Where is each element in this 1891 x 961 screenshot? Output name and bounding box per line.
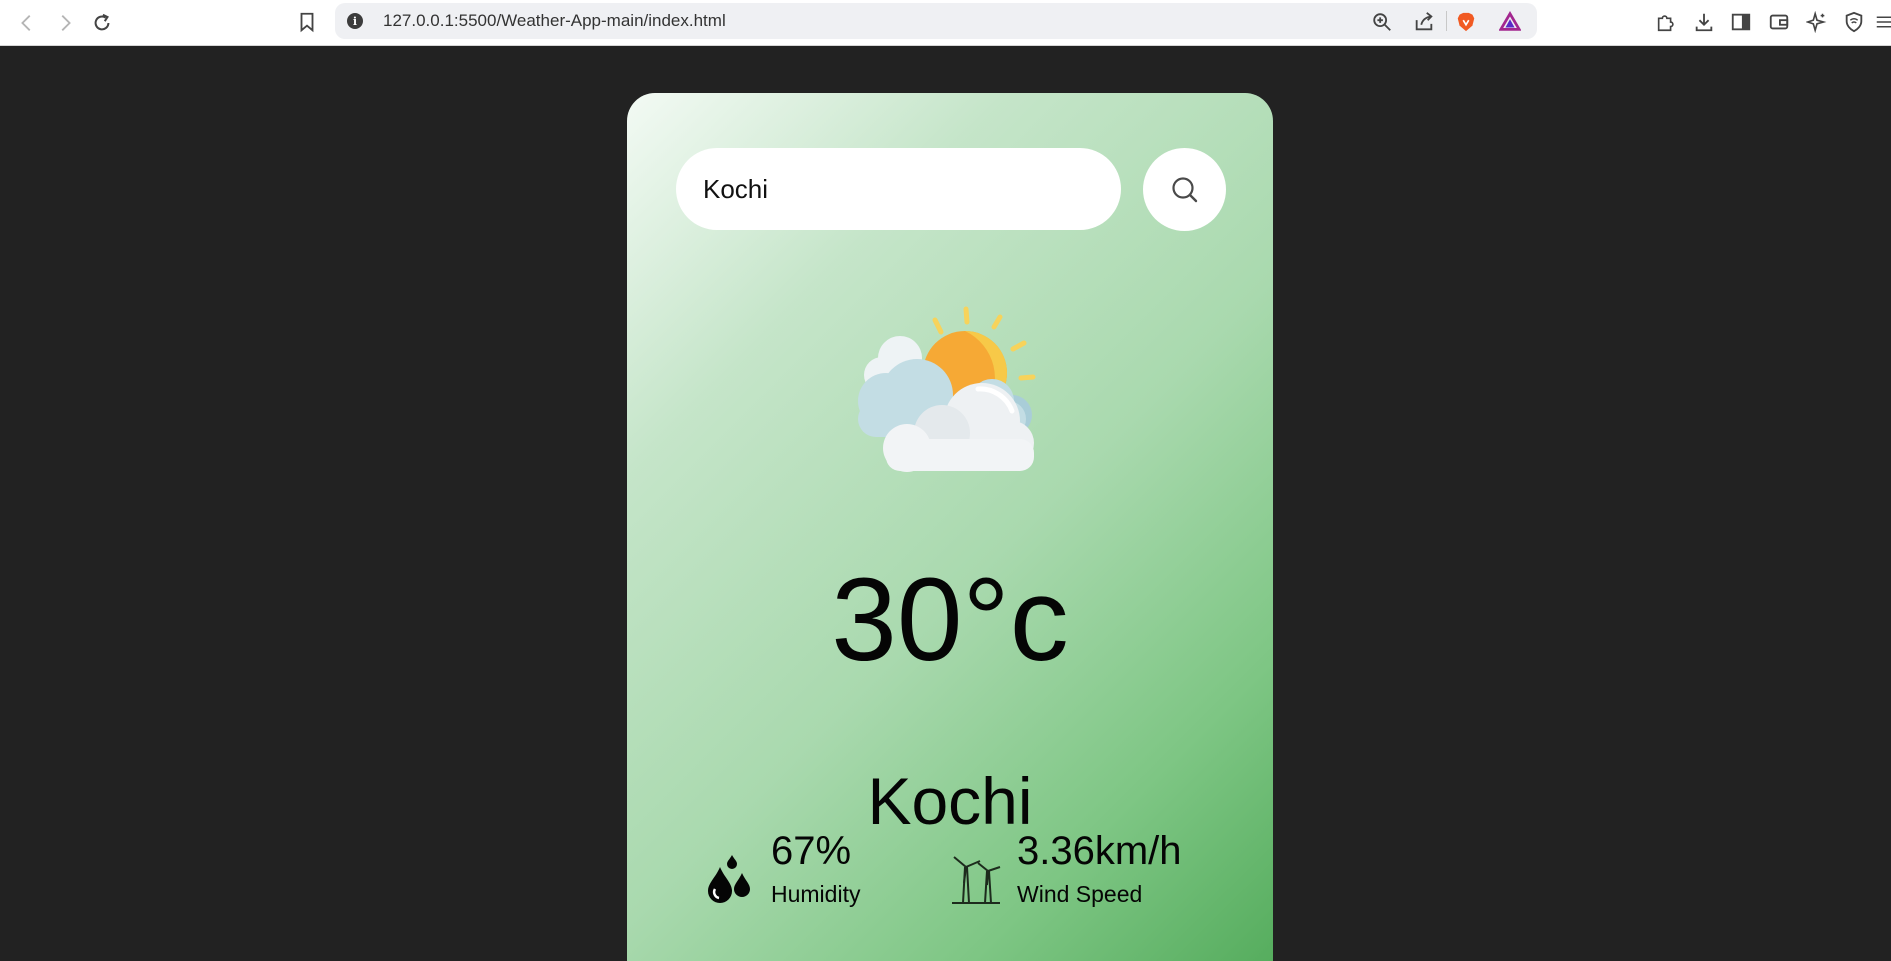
shield-icon xyxy=(1845,11,1863,33)
extensions-button[interactable] xyxy=(1652,8,1680,36)
leo-ai-button[interactable] xyxy=(1803,8,1831,36)
info-icon[interactable]: i xyxy=(347,13,363,29)
search-button[interactable] xyxy=(1143,148,1226,231)
address-url[interactable]: 127.0.0.1:5500/Weather-App-main/index.ht… xyxy=(383,11,726,31)
rewards-triangle-icon xyxy=(1499,11,1521,31)
chevron-right-icon xyxy=(61,15,71,31)
sidebar-icon xyxy=(1731,13,1751,31)
bookmark-icon xyxy=(300,12,314,33)
brave-lion-icon xyxy=(1457,12,1475,32)
puzzle-icon xyxy=(1657,15,1674,32)
hamburger-menu-icon xyxy=(1876,16,1891,28)
brave-shields-button[interactable] xyxy=(1453,9,1479,35)
download-icon xyxy=(1695,13,1713,32)
zoom-icon xyxy=(1373,13,1391,31)
sidebar-button[interactable] xyxy=(1727,8,1755,36)
brave-rewards-button[interactable] xyxy=(1497,9,1523,35)
share-icon xyxy=(1415,12,1433,31)
divider xyxy=(1446,11,1447,31)
sparkle-icon xyxy=(1806,11,1827,33)
forward-button[interactable] xyxy=(50,8,80,38)
wind-value: 3.36km/h xyxy=(1017,829,1182,873)
reload-button[interactable] xyxy=(87,8,117,38)
humidity-label: Humidity xyxy=(771,881,861,907)
browser-toolbar: i 127.0.0.1:5500/Weather-App-main/index.… xyxy=(0,0,1891,46)
temperature-value: 30°c xyxy=(831,554,1069,686)
menu-button[interactable] xyxy=(1872,8,1891,36)
partly-cloudy-icon xyxy=(858,306,1036,472)
wind-label: Wind Speed xyxy=(1017,881,1143,907)
share-button[interactable] xyxy=(1411,9,1437,35)
downloads-button[interactable] xyxy=(1690,8,1718,36)
vpn-button[interactable] xyxy=(1840,8,1868,36)
wallet-button[interactable] xyxy=(1765,8,1793,36)
address-bar[interactable]: i 127.0.0.1:5500/Weather-App-main/index.… xyxy=(335,3,1537,39)
chevron-left-icon xyxy=(21,15,31,31)
wallet-icon xyxy=(1769,14,1789,30)
city-search-input[interactable] xyxy=(676,148,1121,230)
bookmark-button[interactable] xyxy=(293,8,321,36)
back-button[interactable] xyxy=(12,8,42,38)
wind-turbine-icon xyxy=(952,856,1001,904)
zoom-button[interactable] xyxy=(1369,9,1395,35)
reload-icon xyxy=(94,13,110,31)
humidity-drops-icon xyxy=(708,855,750,903)
humidity-value: 67% xyxy=(771,829,852,873)
city-name: Kochi xyxy=(867,764,1033,838)
weather-card: 30°c Kochi 67% Humidity 3.36km/h Wind Sp… xyxy=(627,93,1273,961)
search-icon xyxy=(1171,176,1197,202)
